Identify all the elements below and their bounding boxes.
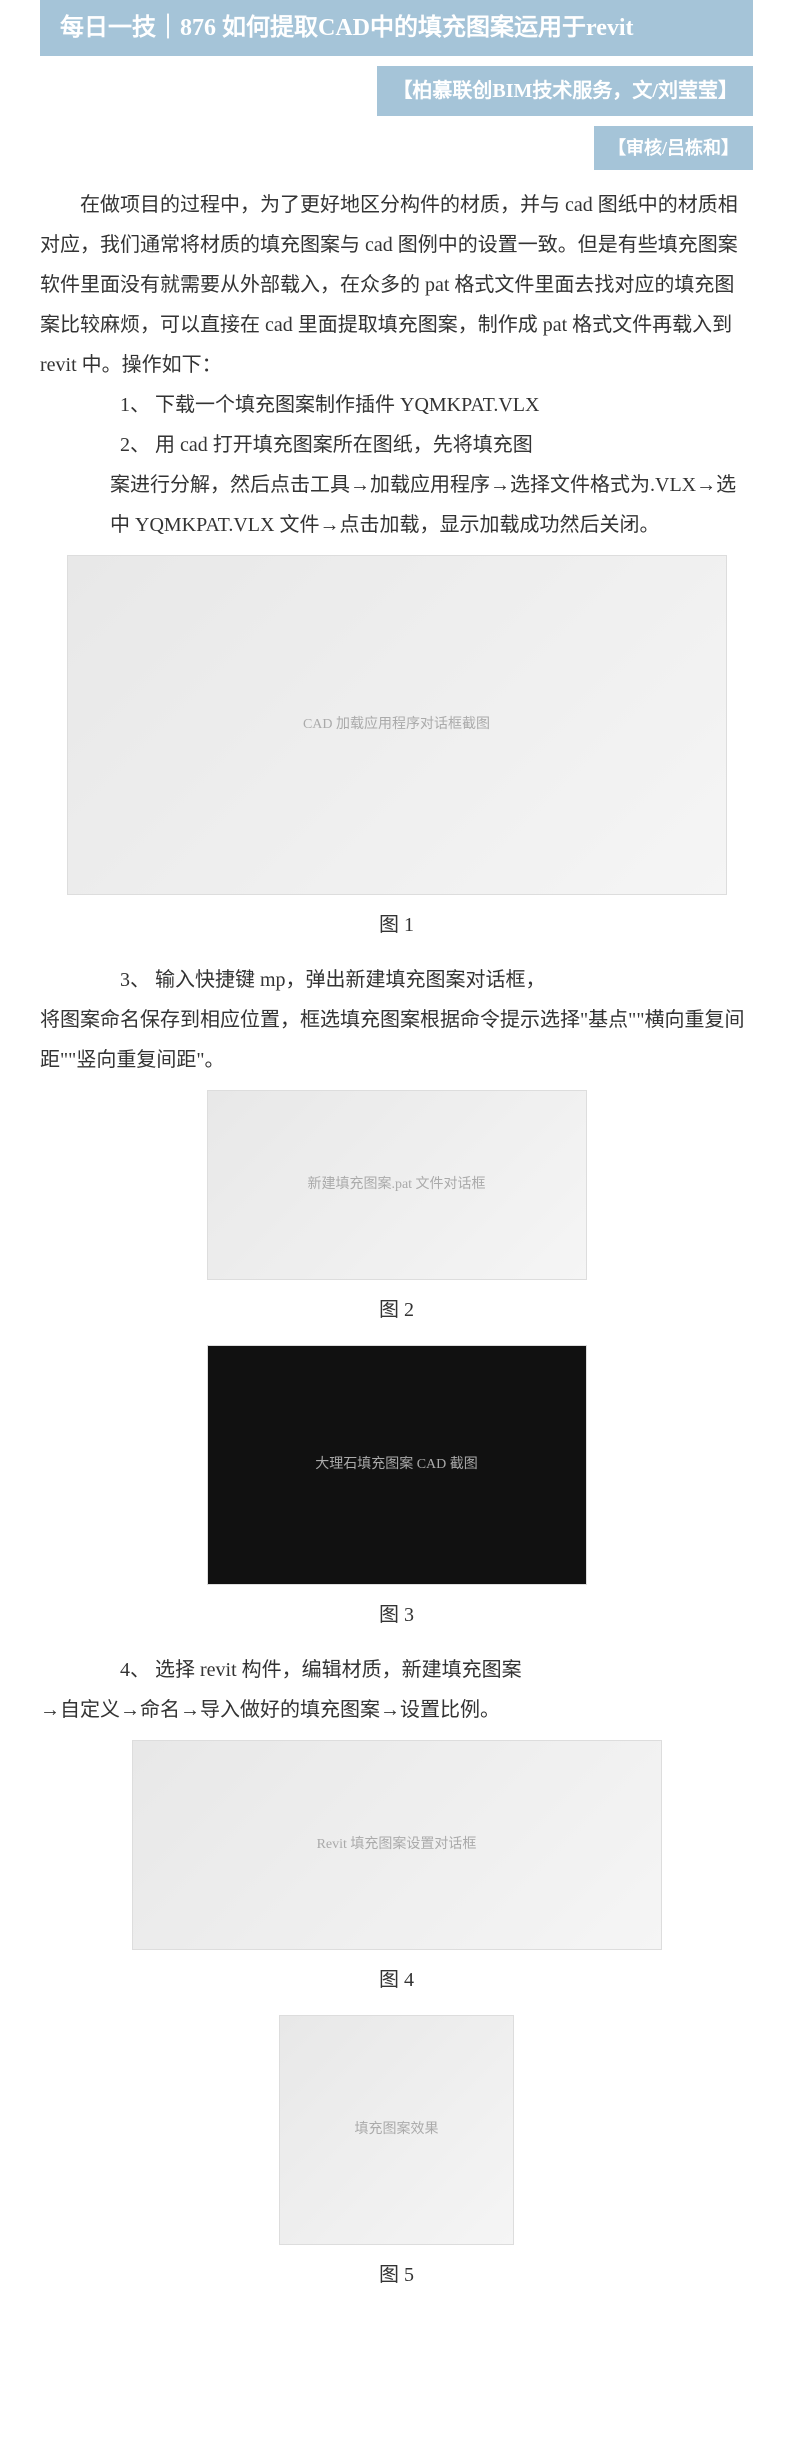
article-reviewer: 【审核/吕栋和】 bbox=[594, 126, 753, 170]
step-2-line2: 案进行分解，然后点击工具→加载应用程序→选择文件格式为.VLX→选中 YQMKP… bbox=[110, 465, 753, 545]
step-3-line2: 将图案命名保存到相应位置，框选填充图案根据命令提示选择"基点""横向重复间距""… bbox=[40, 1000, 753, 1080]
step-1: 1、 下载一个填充图案制作插件 YQMKPAT.VLX bbox=[120, 385, 753, 425]
step-4-line2: →自定义→命名→导入做好的填充图案→设置比例。 bbox=[40, 1690, 753, 1730]
article-body: 在做项目的过程中，为了更好地区分构件的材质，并与 cad 图纸中的材质相对应，我… bbox=[40, 185, 753, 2295]
figure-5-caption: 图 5 bbox=[40, 2255, 753, 2295]
step-4-line1: 4、 选择 revit 构件，编辑材质，新建填充图案 bbox=[120, 1650, 753, 1690]
figure-1-image bbox=[67, 555, 727, 895]
figure-1-caption: 图 1 bbox=[40, 905, 753, 945]
review-row: 【审核/吕栋和】 bbox=[40, 126, 753, 170]
figure-4-caption: 图 4 bbox=[40, 1960, 753, 2000]
article-title: 每日一技｜876 如何提取CAD中的填充图案运用于revit bbox=[60, 15, 634, 41]
figure-3-caption: 图 3 bbox=[40, 1595, 753, 1635]
figure-2-caption: 图 2 bbox=[40, 1290, 753, 1330]
intro-paragraph: 在做项目的过程中，为了更好地区分构件的材质，并与 cad 图纸中的材质相对应，我… bbox=[40, 185, 753, 385]
article-title-box: 每日一技｜876 如何提取CAD中的填充图案运用于revit bbox=[40, 0, 753, 56]
step-3-line1: 3、 输入快捷键 mp，弹出新建填充图案对话框， bbox=[120, 960, 753, 1000]
figure-4-image bbox=[132, 1740, 662, 1950]
figure-2-image bbox=[207, 1090, 587, 1280]
subtitle-row: 【柏慕联创BIM技术服务，文/刘莹莹】 bbox=[40, 66, 753, 116]
figure-3-image bbox=[207, 1345, 587, 1585]
figure-5-image bbox=[279, 2015, 514, 2245]
step-2-line1: 2、 用 cad 打开填充图案所在图纸，先将填充图 bbox=[120, 425, 753, 465]
article-subtitle: 【柏慕联创BIM技术服务，文/刘莹莹】 bbox=[377, 66, 753, 116]
